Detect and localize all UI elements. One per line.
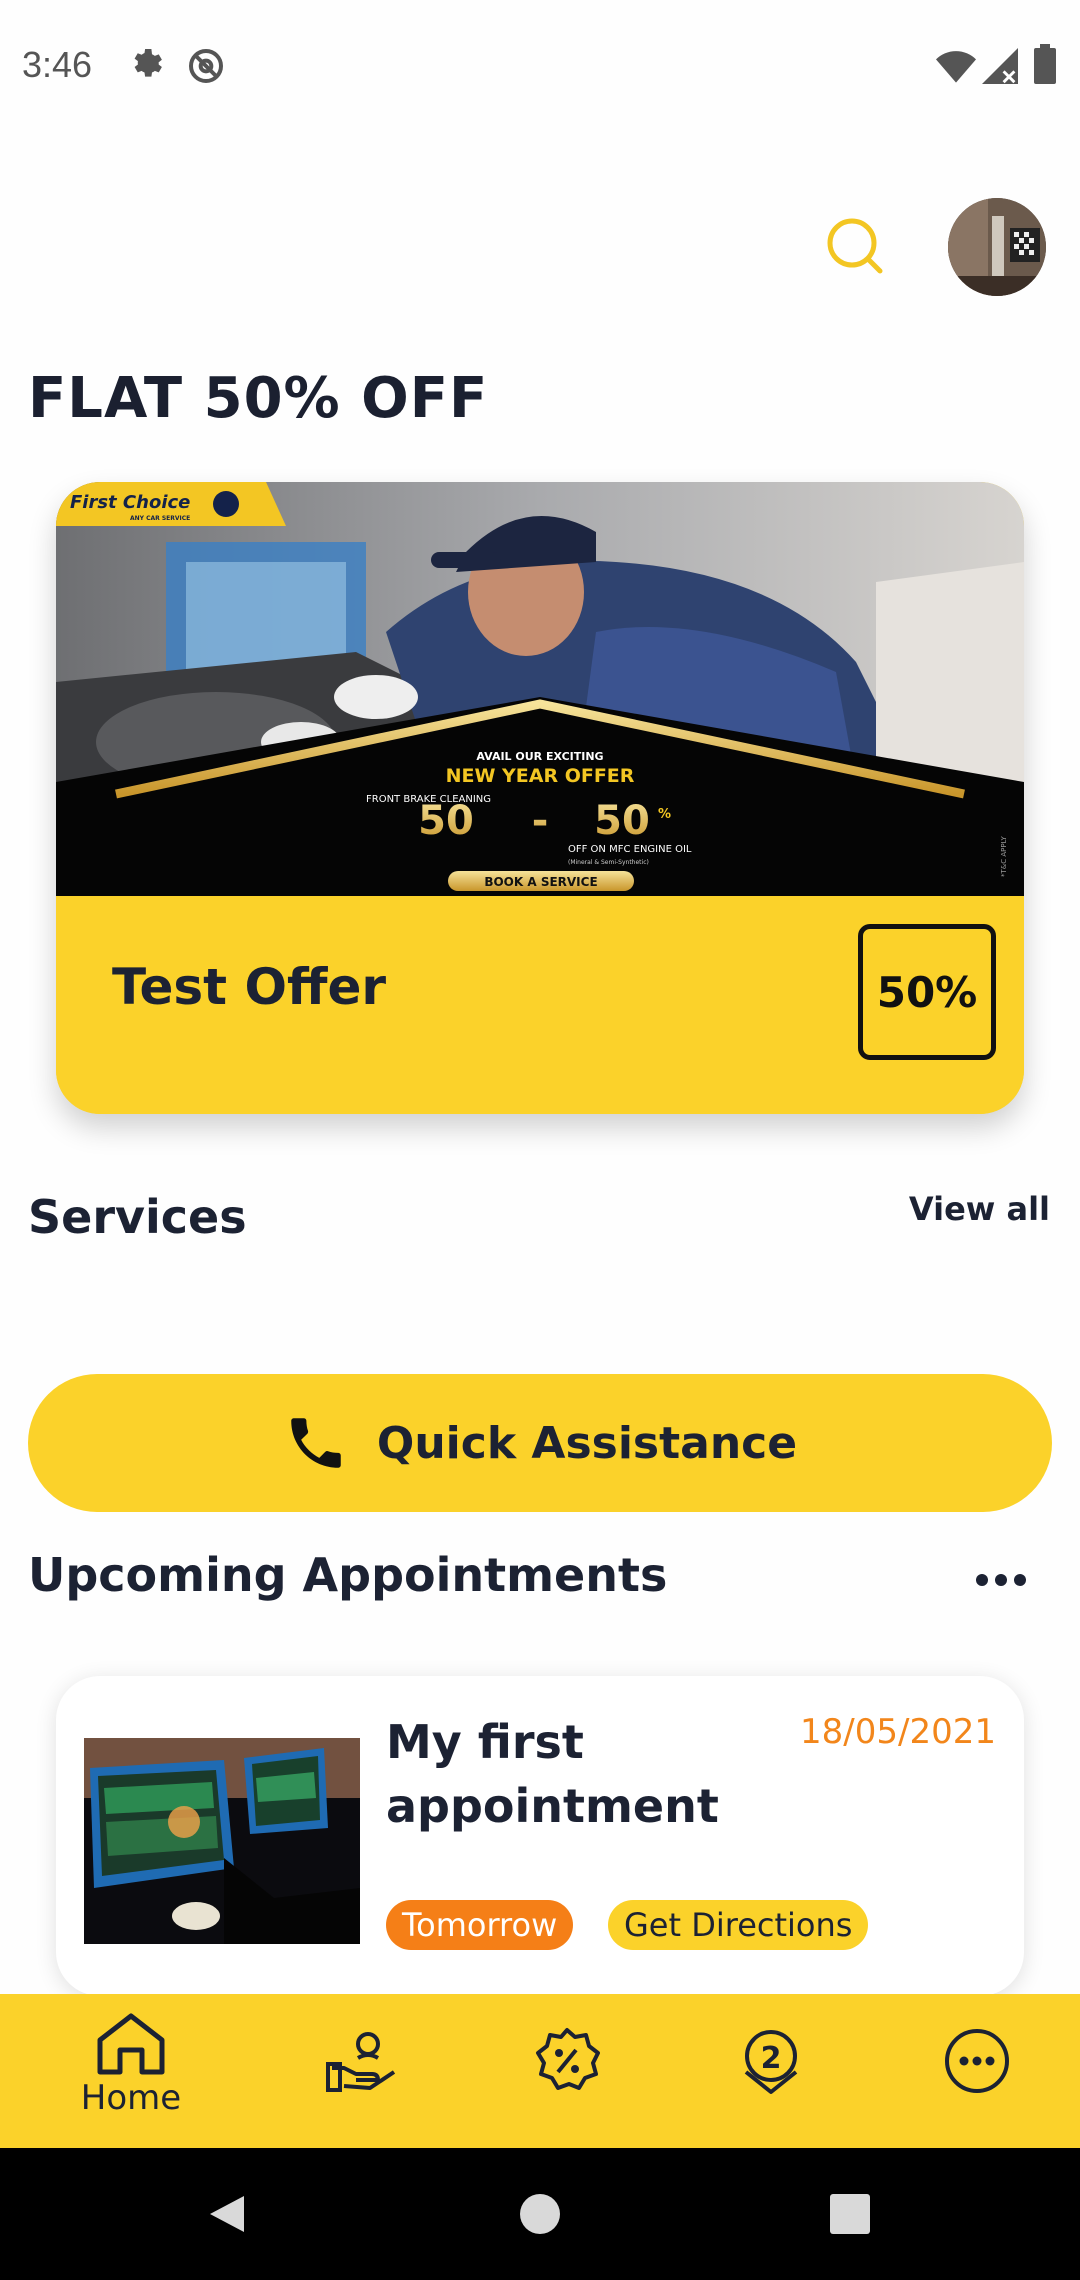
profile-avatar[interactable] [948, 198, 1046, 296]
more-circle-icon [945, 2029, 1009, 2093]
banner-right-value: 50 [594, 798, 650, 844]
appointment-name: My first appointment [386, 1715, 719, 1833]
svg-text:-: - [532, 798, 549, 844]
banner-cta: BOOK A SERVICE [484, 875, 597, 889]
banner-brand-tag: ANY CAR SERVICE [130, 515, 190, 522]
more-dots-icon [976, 1574, 1026, 1586]
nav-item-services[interactable] [326, 2028, 400, 2094]
offer-name: Test Offer [112, 958, 387, 1016]
appointment-card[interactable]: My first appointment 18/05/2021 Tomorrow… [56, 1676, 1024, 1996]
nav-label-home: Home [80, 2078, 182, 2118]
discount-badge-icon [536, 2028, 600, 2090]
settings-icon [128, 46, 164, 86]
search-button[interactable] [820, 212, 890, 282]
back-icon[interactable] [204, 2192, 248, 2240]
home-icon [97, 2013, 165, 2075]
svg-text:2: 2 [761, 2041, 782, 2076]
bottom-navigation: Home 2 [0, 1994, 1080, 2148]
service-hand-icon [326, 2032, 396, 2092]
banner-right-label: OFF ON MFC ENGINE OIL [568, 844, 692, 855]
banner-tc: *T&C APPLY [1000, 835, 1008, 877]
search-icon [827, 218, 883, 274]
banner-left-value: 50 [418, 798, 474, 844]
appointment-thumbnail [84, 1738, 360, 1944]
nav-item-home[interactable]: Home [76, 2010, 186, 2118]
quick-assistance-label: Quick Assistance [376, 1417, 798, 1469]
offer-footer: Test Offer 50% [56, 896, 1024, 1114]
appointments-title: Upcoming Appointments [28, 1548, 668, 1602]
get-directions-button[interactable]: Get Directions [608, 1900, 869, 1950]
location-pin-icon: 2 [744, 2030, 798, 2094]
appointment-date: 18/05/2021 [800, 1712, 996, 1752]
nav-item-more[interactable] [942, 2026, 1012, 2096]
svg-text:%: % [658, 807, 671, 822]
banner-line2: NEW YEAR OFFER [446, 765, 635, 787]
status-bar: 3:46 [0, 0, 1080, 134]
battery-icon [1034, 44, 1056, 88]
promo-title: FLAT 50% OFF [28, 366, 489, 431]
nav-item-locations[interactable]: 2 [736, 2026, 806, 2096]
services-title: Services [28, 1190, 247, 1244]
offer-banner-image: First Choice ANY CAR SERVICE AVAIL OUR E… [56, 482, 1024, 896]
nav-item-offers[interactable] [532, 2026, 602, 2096]
view-all-link[interactable]: View all [909, 1190, 1050, 1228]
at-sign-icon [186, 46, 226, 90]
phone-icon [291, 1418, 341, 1468]
signal-icon [982, 48, 1018, 88]
banner-brand: First Choice [70, 492, 190, 513]
recents-square-icon[interactable] [828, 2192, 872, 2240]
quick-assistance-button[interactable]: Quick Assistance [28, 1374, 1052, 1512]
status-time: 3:46 [22, 44, 93, 85]
offer-card[interactable]: First Choice ANY CAR SERVICE AVAIL OUR E… [56, 482, 1024, 1114]
wifi-icon [936, 48, 976, 88]
home-circle-icon[interactable] [518, 2192, 562, 2240]
system-navigation-bar [0, 2148, 1080, 2280]
banner-right-sub: (Mineral & Semi-Synthetic) [568, 859, 649, 866]
appointment-when-chip: Tomorrow [386, 1900, 574, 1950]
appointments-more-button[interactable] [970, 1560, 1032, 1600]
offer-discount-badge: 50% [858, 924, 996, 1060]
banner-line1: AVAIL OUR EXCITING [476, 750, 603, 763]
